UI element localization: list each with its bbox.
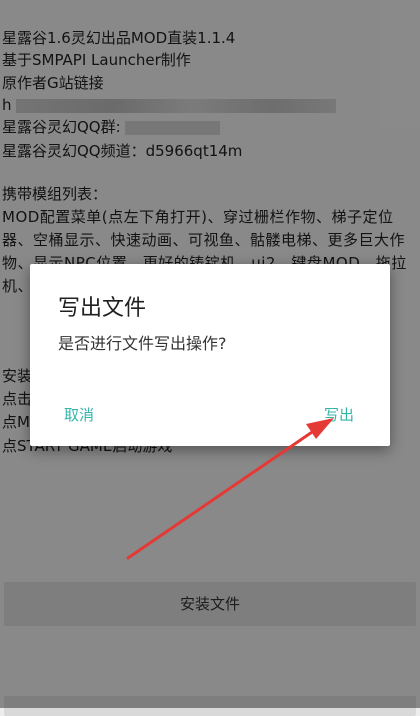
- annotation-arrow-icon: [126, 418, 334, 560]
- annotation-arrow-shaft: [126, 426, 320, 560]
- annotation-arrow-head: [306, 418, 334, 439]
